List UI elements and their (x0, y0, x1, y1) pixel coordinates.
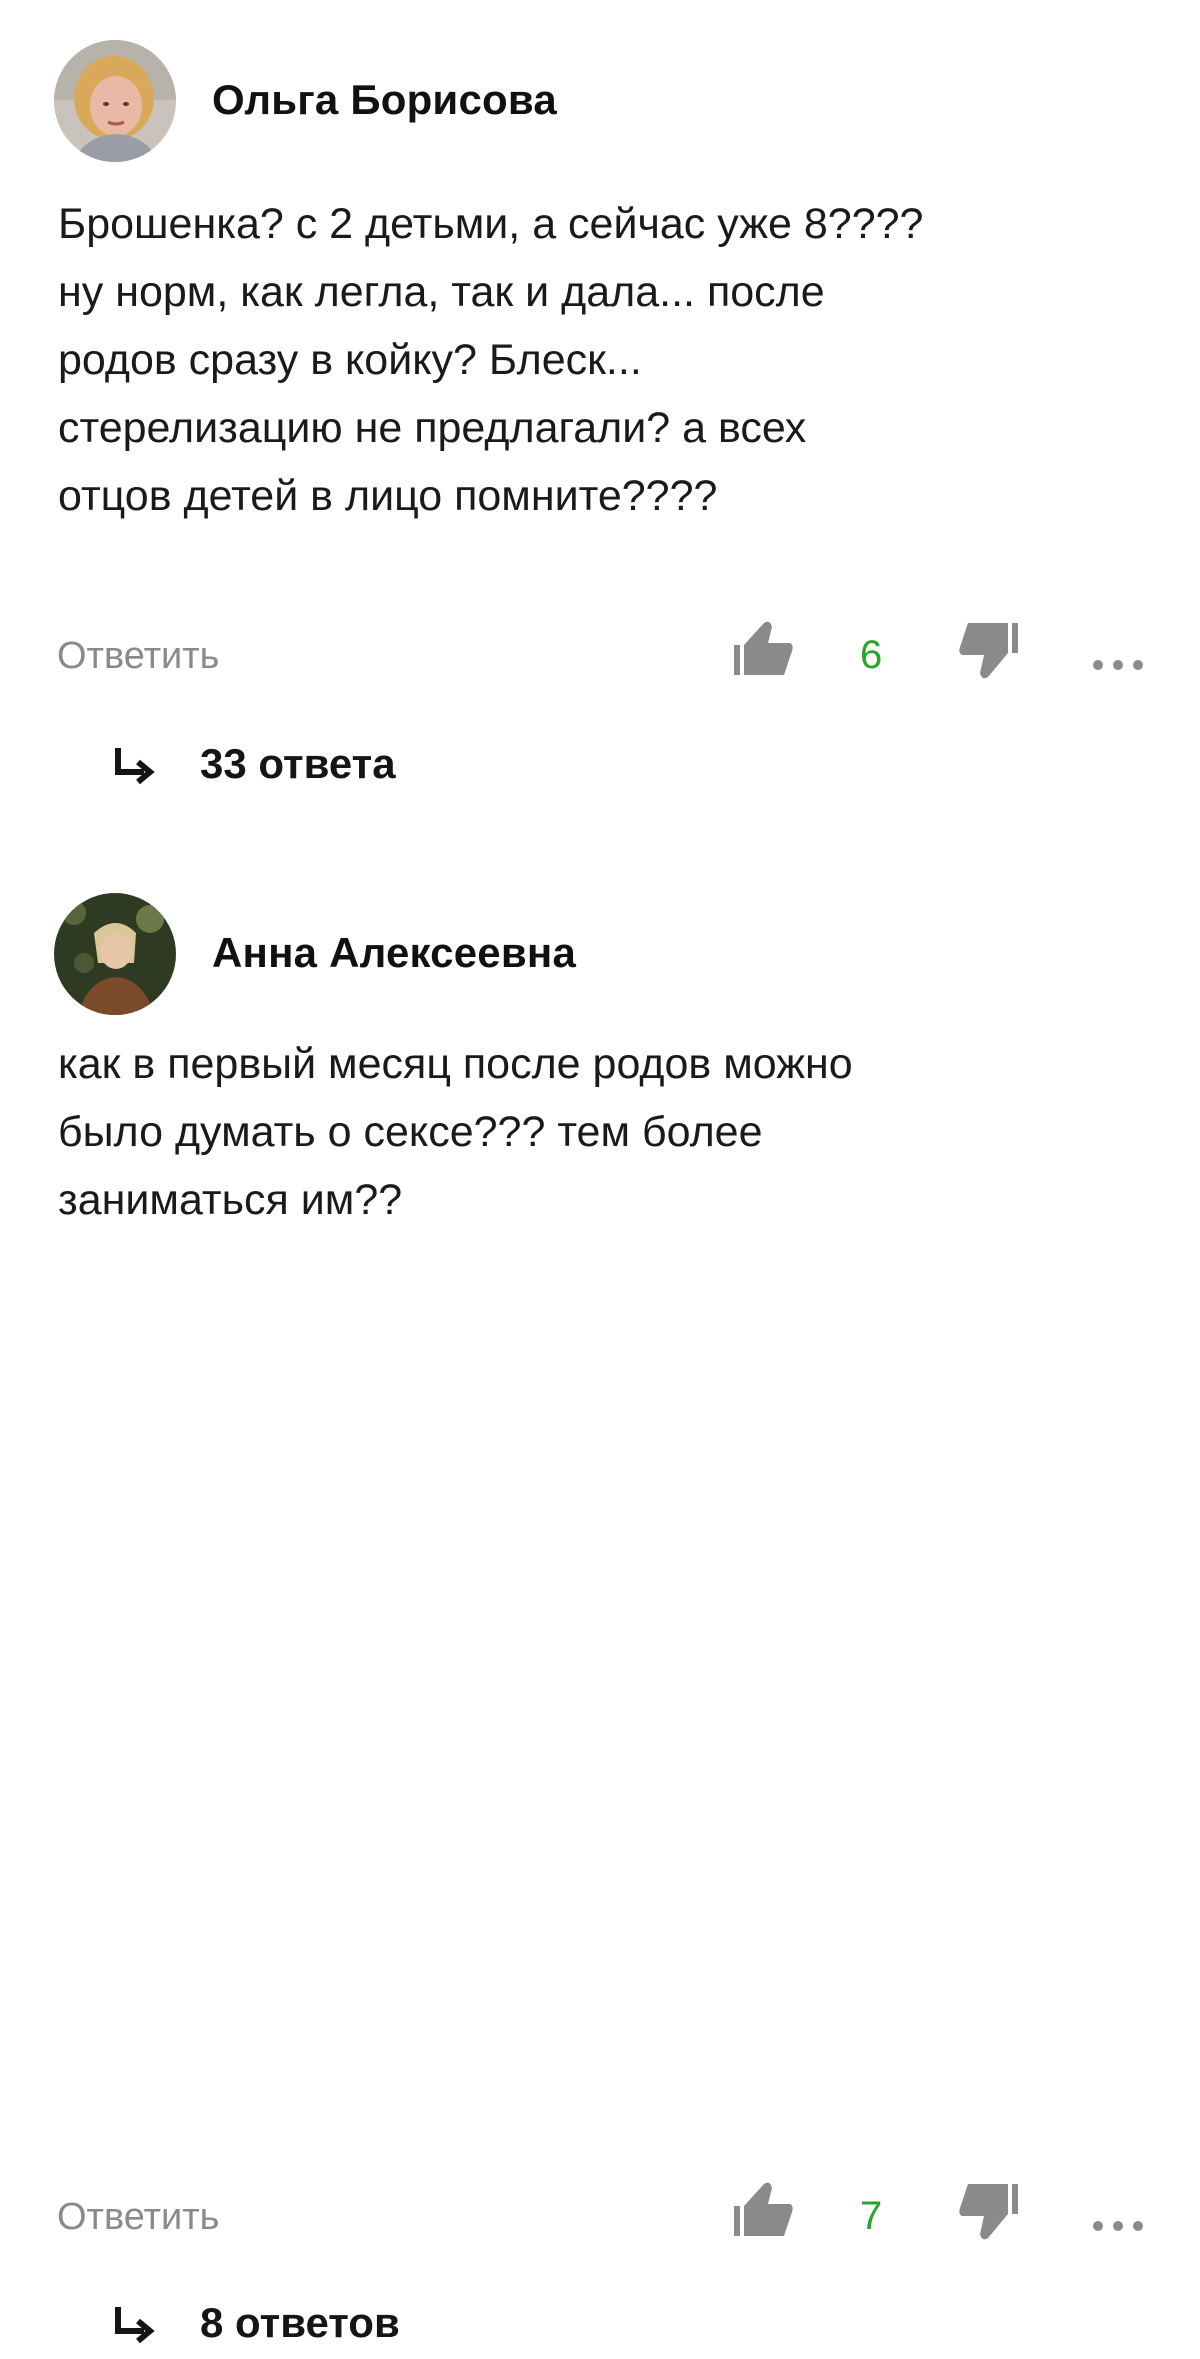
replies-toggle[interactable]: 8 ответов (0, 2299, 600, 2359)
reply-arrow-icon (115, 748, 155, 785)
reply-button[interactable]: Ответить (57, 2196, 219, 2239)
replies-count[interactable]: 33 ответа (200, 740, 396, 788)
like-count: 7 (860, 2194, 883, 2238)
comment: Ольга Борисова Брошенка? с 2 детьми, а с… (0, 40, 1200, 787)
avatar[interactable] (54, 40, 176, 162)
thumbs-down-icon[interactable] (958, 619, 1022, 699)
reply-arrow-icon (115, 2307, 155, 2344)
comment-text: Брошенка? с 2 детьми, а сейчас уже 8????… (58, 200, 924, 520)
avatar[interactable] (54, 893, 176, 1015)
author-name[interactable]: Ольга Борисова (212, 76, 557, 124)
comment: Анна Алексеевна как в первый месяц после… (0, 893, 1200, 2346)
thumbs-up-icon[interactable] (730, 615, 794, 679)
more-dots-icon[interactable] (1088, 655, 1148, 675)
comment-actions: Ответить 7 (0, 2176, 1200, 2256)
replies-count[interactable]: 8 ответов (200, 2299, 400, 2347)
thumbs-down-icon[interactable] (958, 2180, 1022, 2260)
thumbs-up-icon[interactable] (730, 2176, 794, 2240)
like-count: 6 (860, 633, 883, 677)
reply-button[interactable]: Ответить (57, 635, 219, 678)
replies-toggle[interactable]: 33 ответа (0, 740, 600, 800)
comment-text: как в первый месяц после родов можно был… (58, 1040, 853, 1224)
comment-actions: Ответить 6 (0, 615, 1200, 695)
comment-header: Ольга Борисова (0, 40, 1200, 166)
more-dots-icon[interactable] (1088, 2216, 1148, 2236)
author-name[interactable]: Анна Алексеевна (212, 929, 576, 977)
comment-header: Анна Алексеевна (0, 893, 1200, 1019)
